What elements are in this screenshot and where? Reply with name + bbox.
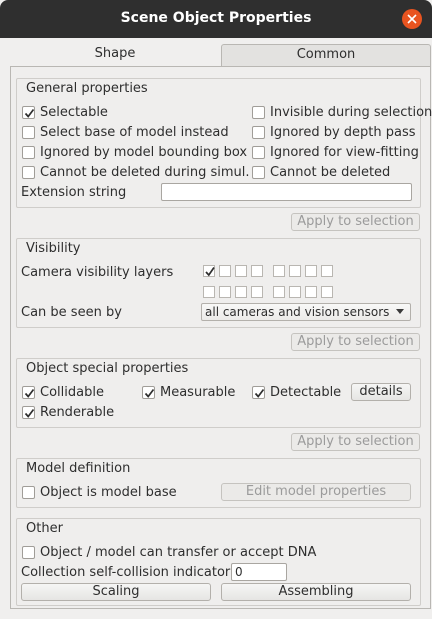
camera-layer-13-toggle[interactable] [273,286,285,298]
close-button[interactable] [402,9,422,29]
dna-transfer-label: Object / model can transfer or accept DN… [40,545,317,560]
tab-shape[interactable]: Shape [10,44,220,66]
invisible-during-selection-label: Invisible during selection [270,105,432,120]
camera-layer-4-toggle[interactable] [251,265,263,277]
camera-layer-10-toggle[interactable] [219,286,231,298]
selectable-label: Selectable [40,105,108,120]
checkmark-icon [24,108,35,118]
camera-layer-7-toggle[interactable] [305,265,317,277]
camera-layer-16-toggle[interactable] [321,286,333,298]
close-icon [407,14,417,24]
extension-string-label: Extension string [21,185,127,200]
other-title: Other [26,521,63,536]
camera-layer-8-toggle[interactable] [321,265,333,277]
dna-transfer-checkbox[interactable] [22,546,35,559]
special-properties-title: Object special properties [26,361,189,376]
measurable-label: Measurable [160,385,236,400]
checkmark-icon [254,388,265,398]
camera-visibility-layers-label: Camera visibility layers [21,265,174,280]
cannot-be-deleted-label: Cannot be deleted [270,165,391,180]
ignored-for-view-fitting-checkbox[interactable] [252,146,265,159]
apply-special-button[interactable]: Apply to selection [291,433,420,451]
apply-visibility-button[interactable]: Apply to selection [291,333,420,351]
select-base-of-model-checkbox[interactable] [22,126,35,139]
extension-string-input[interactable] [161,183,412,201]
renderable-checkbox[interactable] [22,406,35,419]
selectable-checkbox[interactable] [22,106,35,119]
assembling-button[interactable]: Assembling [221,583,411,601]
camera-layer-3-toggle[interactable] [235,265,247,277]
detectable-label: Detectable [270,385,342,400]
title-bar: Scene Object Properties [0,0,432,38]
camera-layer-14-toggle[interactable] [289,286,301,298]
object-is-model-base-checkbox[interactable] [22,486,35,499]
can-be-seen-by-value: all cameras and vision sensors [205,305,390,319]
camera-layer-2-toggle[interactable] [219,265,231,277]
collision-indicator-label: Collection self-collision indicator [21,565,231,580]
ignored-by-depth-pass-label: Ignored by depth pass [270,125,416,140]
details-button[interactable]: details [351,383,411,401]
can-be-seen-by-label: Can be seen by [21,305,122,320]
ignored-by-model-bounding-box-label: Ignored by model bounding box [40,145,248,160]
visibility-title: Visibility [26,241,81,256]
can-be-seen-by-select[interactable]: all cameras and vision sensors [201,303,411,321]
general-properties-title: General properties [26,81,148,96]
checkmark-icon [24,408,35,418]
chevron-down-icon [396,309,404,314]
window-title: Scene Object Properties [120,10,312,26]
model-definition-title: Model definition [26,461,131,476]
edit-model-properties-button[interactable]: Edit model properties [221,483,411,501]
select-base-of-model-label: Select base of model instead [40,125,229,140]
camera-layer-5-toggle[interactable] [273,265,285,277]
camera-layer-9-toggle[interactable] [203,286,215,298]
cannot-be-deleted-during-simulation-checkbox[interactable] [22,166,35,179]
cannot-be-deleted-during-simulation-label: Cannot be deleted during simul. [40,165,250,180]
collidable-checkbox[interactable] [22,386,35,399]
object-is-model-base-label: Object is model base [40,485,177,500]
camera-layer-15-toggle[interactable] [305,286,317,298]
collision-indicator-input[interactable]: 0 [231,563,287,581]
camera-layer-11-toggle[interactable] [235,286,247,298]
camera-layer-6-toggle[interactable] [289,265,301,277]
tab-common[interactable]: Common [221,44,431,66]
renderable-label: Renderable [40,405,115,420]
detectable-checkbox[interactable] [252,386,265,399]
camera-layer-1-toggle[interactable] [203,265,215,277]
invisible-during-selection-checkbox[interactable] [252,106,265,119]
collidable-label: Collidable [40,385,104,400]
scaling-button[interactable]: Scaling [21,583,211,601]
ignored-by-model-bounding-box-checkbox[interactable] [22,146,35,159]
measurable-checkbox[interactable] [142,386,155,399]
checkmark-icon [24,388,35,398]
ignored-by-depth-pass-checkbox[interactable] [252,126,265,139]
ignored-for-view-fitting-label: Ignored for view-fitting [270,145,419,160]
checkmark-icon [205,267,215,277]
camera-layer-12-toggle[interactable] [251,286,263,298]
apply-general-button[interactable]: Apply to selection [291,213,420,231]
checkmark-icon [144,388,155,398]
cannot-be-deleted-checkbox[interactable] [252,166,265,179]
